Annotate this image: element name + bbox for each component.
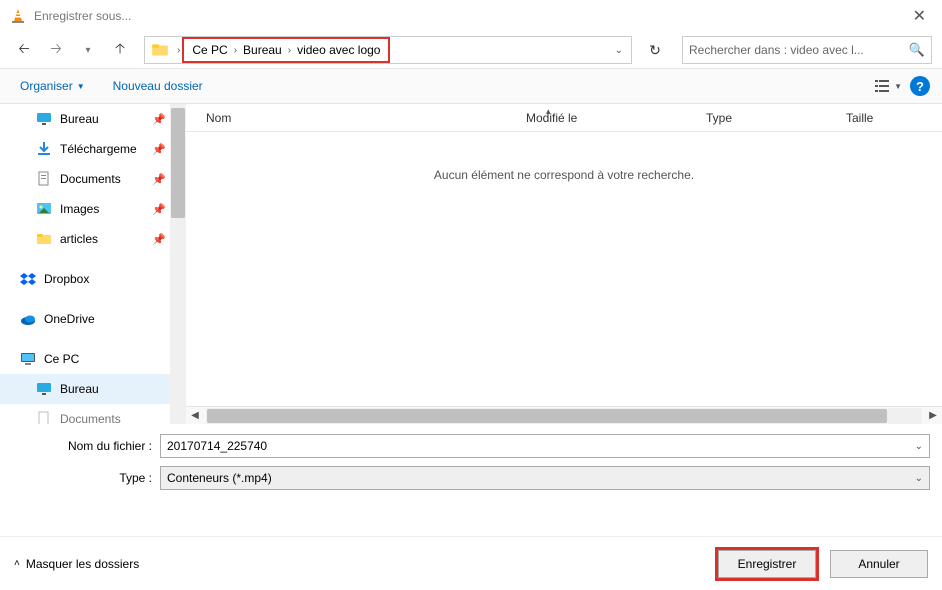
pin-icon: 📌 bbox=[152, 113, 166, 126]
up-button[interactable]: 🡡 bbox=[106, 36, 134, 64]
recent-locations-button[interactable]: ▾ bbox=[74, 36, 102, 64]
sidebar-item-label: articles bbox=[60, 232, 98, 246]
sidebar-item-pc-bureau[interactable]: Bureau bbox=[0, 374, 186, 404]
cancel-button[interactable]: Annuler bbox=[830, 550, 928, 578]
view-options-button[interactable]: ▼ bbox=[874, 78, 902, 94]
address-dropdown-icon[interactable]: ⌄ bbox=[607, 45, 631, 56]
sidebar-group-label: OneDrive bbox=[44, 312, 95, 326]
chevron-right-icon[interactable]: › bbox=[175, 45, 182, 56]
organize-label: Organiser bbox=[20, 79, 73, 93]
pin-icon: 📌 bbox=[152, 173, 166, 186]
sidebar-group-cepc[interactable]: Ce PC bbox=[0, 344, 186, 374]
chevron-right-icon[interactable]: › bbox=[286, 45, 293, 56]
address-bar[interactable]: › Ce PC › Bureau › video avec logo ⌄ bbox=[144, 36, 632, 64]
title-bar: Enregistrer sous... ✕ bbox=[0, 0, 942, 32]
filetype-label: Type : bbox=[12, 471, 160, 485]
desktop-icon bbox=[36, 111, 52, 127]
scroll-left-icon[interactable]: ◀ bbox=[186, 410, 204, 421]
search-icon: 🔍 bbox=[909, 42, 925, 58]
column-header-type[interactable]: Type bbox=[706, 111, 846, 125]
chevron-down-icon: ▼ bbox=[894, 82, 902, 91]
breadcrumb-item-bureau[interactable]: Bureau bbox=[239, 43, 286, 57]
view-list-icon bbox=[874, 78, 890, 94]
save-button[interactable]: Enregistrer bbox=[718, 550, 816, 578]
breadcrumb-item-video[interactable]: video avec logo bbox=[293, 43, 384, 57]
column-header-name[interactable]: Nom bbox=[206, 111, 526, 125]
chevron-up-icon: ˄ bbox=[14, 558, 20, 569]
pin-icon: 📌 bbox=[152, 203, 166, 216]
navigation-bar: 🡠 🡢 ▾ 🡡 › Ce PC › Bureau › video avec lo… bbox=[0, 32, 942, 68]
chevron-down-icon[interactable]: ⌄ bbox=[915, 473, 923, 484]
sidebar-scrollbar[interactable] bbox=[170, 104, 186, 424]
pin-icon: 📌 bbox=[152, 233, 166, 246]
organize-button[interactable]: Organiser ▼ bbox=[12, 75, 93, 97]
chevron-down-icon: ▼ bbox=[77, 82, 85, 91]
sidebar-item-bureau[interactable]: Bureau 📌 bbox=[0, 104, 186, 134]
breadcrumb-item-cepc[interactable]: Ce PC bbox=[188, 43, 231, 57]
filename-value: 20170714_225740 bbox=[167, 439, 267, 453]
column-header-modified[interactable]: Modifié le bbox=[526, 111, 706, 125]
desktop-icon bbox=[36, 381, 52, 397]
filename-input[interactable]: 20170714_225740 ⌄ bbox=[160, 434, 930, 458]
images-icon bbox=[36, 201, 52, 217]
sidebar-group-dropbox[interactable]: Dropbox bbox=[0, 264, 186, 294]
sidebar-item-images[interactable]: Images 📌 bbox=[0, 194, 186, 224]
sidebar: Bureau 📌 Téléchargeme 📌 Documents 📌 Imag… bbox=[0, 104, 186, 424]
help-button[interactable]: ? bbox=[910, 76, 930, 96]
folder-icon bbox=[151, 41, 169, 59]
scroll-right-icon[interactable]: ▶ bbox=[924, 410, 942, 421]
hide-folders-label: Masquer les dossiers bbox=[26, 557, 139, 571]
cancel-button-label: Annuler bbox=[858, 557, 899, 571]
sidebar-item-downloads[interactable]: Téléchargeme 📌 bbox=[0, 134, 186, 164]
folder-icon bbox=[36, 231, 52, 247]
chevron-right-icon[interactable]: › bbox=[232, 45, 239, 56]
new-folder-button[interactable]: Nouveau dossier bbox=[113, 79, 203, 93]
filename-label: Nom du fichier : bbox=[12, 439, 160, 453]
sort-indicator-icon: ▴ bbox=[546, 106, 551, 117]
dropbox-icon bbox=[20, 271, 36, 287]
empty-list-message: Aucun élément ne correspond à votre rech… bbox=[186, 168, 942, 182]
sidebar-item-pc-documents[interactable]: Documents bbox=[0, 404, 186, 424]
sidebar-item-label: Images bbox=[60, 202, 99, 216]
close-icon[interactable]: ✕ bbox=[907, 6, 932, 26]
window-title: Enregistrer sous... bbox=[34, 9, 907, 23]
sidebar-group-label: Ce PC bbox=[44, 352, 79, 366]
search-input[interactable]: Rechercher dans : video avec l... 🔍 bbox=[682, 36, 932, 64]
breadcrumb-highlight: Ce PC › Bureau › video avec logo bbox=[182, 37, 390, 63]
horizontal-scrollbar[interactable]: ◀ ▶ bbox=[186, 406, 942, 424]
pc-icon bbox=[20, 351, 36, 367]
sidebar-item-label: Documents bbox=[60, 412, 121, 424]
documents-icon bbox=[36, 171, 52, 187]
sidebar-item-documents[interactable]: Documents 📌 bbox=[0, 164, 186, 194]
documents-icon bbox=[36, 411, 52, 424]
search-placeholder: Rechercher dans : video avec l... bbox=[689, 43, 905, 57]
column-headers: ▴ Nom Modifié le Type Taille bbox=[186, 104, 942, 132]
pin-icon: 📌 bbox=[152, 143, 166, 156]
hide-folders-button[interactable]: ˄ Masquer les dossiers bbox=[14, 557, 139, 571]
chevron-down-icon[interactable]: ⌄ bbox=[915, 441, 923, 452]
download-icon bbox=[36, 141, 52, 157]
sidebar-item-label: Téléchargeme bbox=[60, 142, 137, 156]
footer-bar: ˄ Masquer les dossiers Enregistrer Annul… bbox=[0, 536, 942, 590]
file-list-area: ▴ Nom Modifié le Type Taille Aucun éléme… bbox=[186, 104, 942, 424]
filetype-select[interactable]: Conteneurs (*.mp4) ⌄ bbox=[160, 466, 930, 490]
onedrive-icon bbox=[20, 311, 36, 327]
forward-button: 🡢 bbox=[42, 36, 70, 64]
refresh-button[interactable]: ↻ bbox=[640, 36, 670, 64]
vlc-icon bbox=[10, 8, 26, 24]
sidebar-item-label: Documents bbox=[60, 172, 121, 186]
sidebar-item-label: Bureau bbox=[60, 112, 99, 126]
sidebar-item-label: Bureau bbox=[60, 382, 99, 396]
column-header-size[interactable]: Taille bbox=[846, 111, 942, 125]
sidebar-item-articles[interactable]: articles 📌 bbox=[0, 224, 186, 254]
filetype-value: Conteneurs (*.mp4) bbox=[167, 471, 272, 485]
back-button[interactable]: 🡠 bbox=[10, 36, 38, 64]
sidebar-group-label: Dropbox bbox=[44, 272, 89, 286]
save-button-label: Enregistrer bbox=[738, 557, 797, 571]
sidebar-group-onedrive[interactable]: OneDrive bbox=[0, 304, 186, 334]
save-form: Nom du fichier : 20170714_225740 ⌄ Type … bbox=[0, 424, 942, 504]
toolbar: Organiser ▼ Nouveau dossier ▼ ? bbox=[0, 68, 942, 104]
